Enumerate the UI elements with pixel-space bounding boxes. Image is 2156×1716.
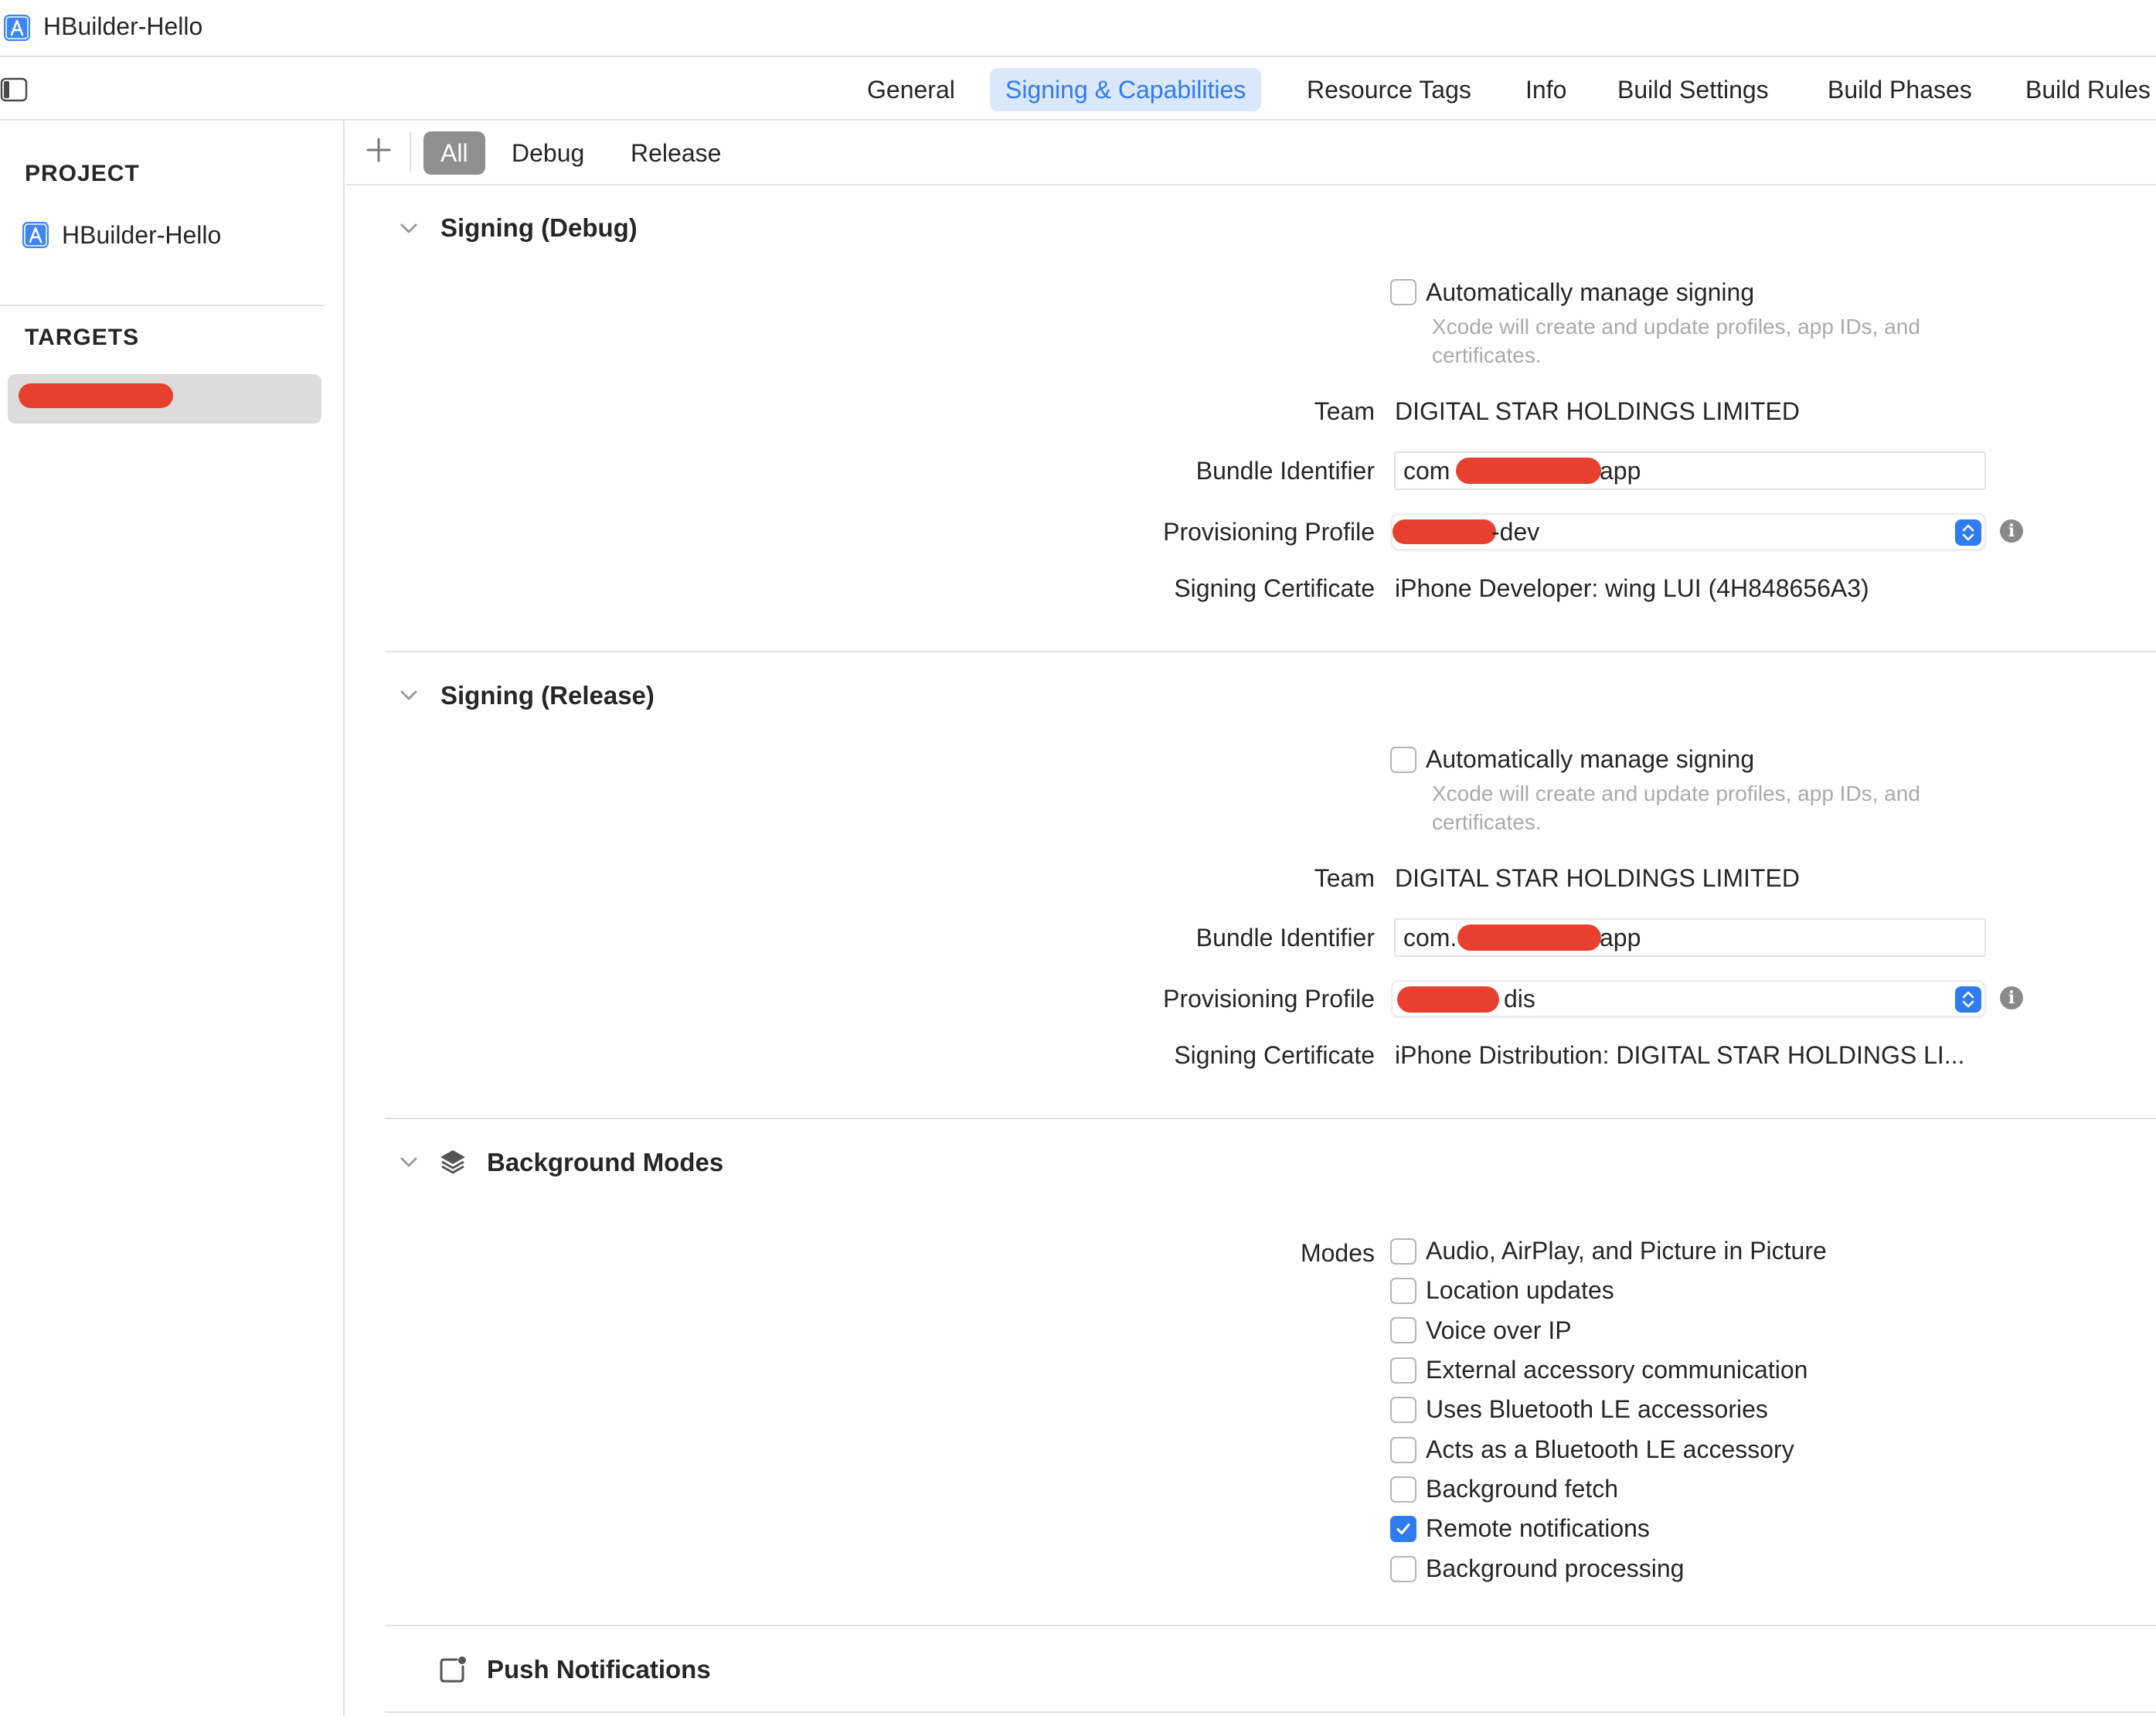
chevron-down-icon[interactable] bbox=[398, 685, 420, 706]
info-icon[interactable]: i bbox=[2000, 986, 2023, 1010]
xcode-app-icon bbox=[22, 222, 49, 248]
debug-bundle-label: Bundle Identifier bbox=[1195, 457, 1375, 485]
profile-suffix: -dev bbox=[1491, 518, 1540, 546]
project-navigator-sidebar: PROJECT HBuilder-Hello TARGETS bbox=[0, 121, 345, 1716]
release-team-value: DIGITAL STAR HOLDINGS LIMITED bbox=[1395, 864, 1800, 892]
debug-provisioning-profile-popup[interactable]: -dev bbox=[1391, 513, 1986, 550]
chevron-down-icon[interactable] bbox=[398, 218, 420, 240]
mode-audio-checkbox[interactable] bbox=[1390, 1238, 1416, 1265]
sidebar-divider bbox=[0, 305, 325, 306]
bundle-prefix: com. bbox=[1403, 924, 1457, 952]
sidebar-item-project[interactable]: HBuilder-Hello bbox=[22, 218, 221, 252]
project-section-header: PROJECT bbox=[25, 161, 140, 186]
debug-team-value: DIGITAL STAR HOLDINGS LIMITED bbox=[1395, 397, 1800, 425]
debug-bundle-identifier-field[interactable]: com app bbox=[1394, 451, 1986, 490]
section-divider bbox=[385, 1118, 2156, 1119]
filter-debug[interactable]: Debug bbox=[495, 131, 601, 175]
redaction-mark bbox=[1393, 519, 1496, 544]
release-provisioning-profile-popup[interactable]: dis bbox=[1391, 980, 1986, 1017]
filter-all[interactable]: All bbox=[423, 131, 485, 175]
xcode-app-icon bbox=[4, 15, 30, 41]
tab-info[interactable]: Info bbox=[1510, 68, 1582, 111]
mode-location-checkbox[interactable] bbox=[1390, 1278, 1416, 1304]
sidebar-item-target[interactable] bbox=[8, 374, 321, 424]
debug-team-label: Team bbox=[1314, 397, 1375, 425]
debug-certificate-value: iPhone Developer: wing LUI (4H848656A3) bbox=[1395, 574, 1869, 602]
bundle-suffix: app bbox=[1600, 924, 1641, 952]
editor-tab-bar: General Signing & Capabilities Resource … bbox=[0, 57, 2156, 121]
bundle-prefix: com bbox=[1403, 457, 1450, 485]
sidebar-toggle-icon[interactable] bbox=[0, 76, 28, 104]
mode-background-processing-checkbox[interactable] bbox=[1390, 1556, 1416, 1582]
mode-location-label: Location updates bbox=[1426, 1276, 1614, 1304]
release-certificate-label: Signing Certificate bbox=[1174, 1041, 1375, 1069]
release-auto-manage-checkbox[interactable] bbox=[1390, 747, 1416, 773]
mode-audio-label: Audio, AirPlay, and Picture in Picture bbox=[1426, 1237, 1827, 1265]
push-notification-icon bbox=[440, 1656, 466, 1683]
configuration-filter-bar: All Debug Release bbox=[346, 121, 2156, 186]
tab-resource-tags[interactable]: Resource Tags bbox=[1291, 68, 1487, 111]
section-divider bbox=[385, 651, 2156, 652]
mode-background-processing-label: Background processing bbox=[1426, 1554, 1685, 1582]
mode-ble-peripheral-checkbox[interactable] bbox=[1390, 1437, 1416, 1463]
info-icon[interactable]: i bbox=[2000, 519, 2023, 543]
release-team-label: Team bbox=[1314, 864, 1375, 892]
modes-label: Modes bbox=[1300, 1239, 1375, 1267]
release-auto-manage-label: Automatically manage signing bbox=[1426, 745, 1755, 773]
redaction-mark bbox=[1397, 986, 1499, 1013]
release-certificate-value: iPhone Distribution: DIGITAL STAR HOLDIN… bbox=[1395, 1041, 1965, 1069]
release-bundle-identifier-field[interactable]: com. app bbox=[1394, 918, 1986, 957]
title-bar: HBuilder-Hello bbox=[0, 0, 2156, 57]
profile-suffix: dis bbox=[1504, 985, 1535, 1013]
sidebar-item-label: HBuilder-Hello bbox=[62, 220, 222, 249]
debug-certificate-label: Signing Certificate bbox=[1174, 574, 1375, 602]
mode-background-fetch-label: Background fetch bbox=[1426, 1475, 1619, 1503]
section-divider bbox=[385, 1625, 2156, 1626]
mode-external-accessory-checkbox[interactable] bbox=[1390, 1357, 1416, 1384]
bundle-suffix: app bbox=[1600, 457, 1641, 485]
mode-ble-central-checkbox[interactable] bbox=[1390, 1397, 1416, 1423]
mode-external-accessory-label: External accessory communication bbox=[1426, 1356, 1808, 1384]
mode-ble-central-label: Uses Bluetooth LE accessories bbox=[1426, 1395, 1768, 1423]
redaction-mark bbox=[1456, 458, 1601, 484]
tab-build-phases[interactable]: Build Phases bbox=[1812, 68, 1988, 111]
mode-remote-notifications-label: Remote notifications bbox=[1426, 1514, 1650, 1542]
window-title: HBuilder-Hello bbox=[43, 12, 203, 40]
debug-auto-manage-label: Automatically manage signing bbox=[1426, 278, 1755, 306]
debug-auto-manage-hint: Xcode will create and update profiles, a… bbox=[1432, 315, 1920, 367]
mode-voip-label: Voice over IP bbox=[1426, 1316, 1572, 1344]
background-modes-title: Background Modes bbox=[487, 1148, 724, 1176]
layers-icon bbox=[440, 1150, 465, 1174]
push-notifications-title: Push Notifications bbox=[487, 1655, 711, 1684]
plus-icon[interactable] bbox=[362, 133, 396, 167]
stepper-icon bbox=[1955, 519, 1981, 546]
release-profile-label: Provisioning Profile bbox=[1163, 985, 1375, 1013]
tab-build-rules[interactable]: Build Rules bbox=[2010, 68, 2156, 111]
release-bundle-label: Bundle Identifier bbox=[1195, 924, 1375, 952]
release-auto-manage-hint: Xcode will create and update profiles, a… bbox=[1432, 781, 1920, 834]
redaction-mark bbox=[19, 383, 173, 408]
filter-separator bbox=[410, 131, 411, 172]
mode-voip-checkbox[interactable] bbox=[1390, 1317, 1416, 1343]
debug-profile-label: Provisioning Profile bbox=[1163, 518, 1375, 546]
tab-build-settings[interactable]: Build Settings bbox=[1602, 68, 1784, 111]
signing-release-title: Signing (Release) bbox=[440, 681, 655, 710]
mode-ble-peripheral-label: Acts as a Bluetooth LE accessory bbox=[1426, 1435, 1794, 1463]
checkmark-icon bbox=[1396, 1524, 1410, 1534]
tab-signing-capabilities[interactable]: Signing & Capabilities bbox=[990, 68, 1262, 111]
section-divider bbox=[385, 1711, 2156, 1713]
mode-remote-notifications-checkbox[interactable] bbox=[1390, 1516, 1416, 1542]
signing-debug-title: Signing (Debug) bbox=[440, 213, 638, 242]
mode-background-fetch-checkbox[interactable] bbox=[1390, 1476, 1416, 1503]
targets-section-header: TARGETS bbox=[25, 325, 140, 350]
tab-general[interactable]: General bbox=[852, 68, 971, 111]
debug-auto-manage-checkbox[interactable] bbox=[1390, 279, 1416, 305]
chevron-down-icon[interactable] bbox=[398, 1152, 420, 1173]
redaction-mark bbox=[1457, 924, 1601, 951]
filter-release[interactable]: Release bbox=[614, 131, 738, 175]
stepper-icon bbox=[1955, 986, 1981, 1013]
